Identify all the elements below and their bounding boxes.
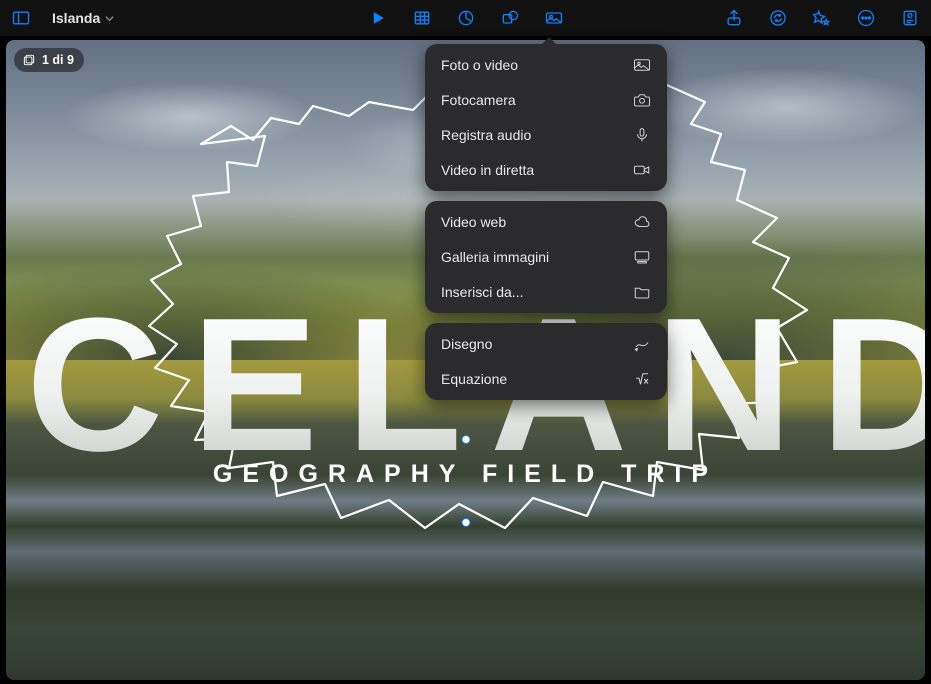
menu-item-label: Registra audio xyxy=(441,127,531,143)
menu-item-web-video[interactable]: Video web xyxy=(429,205,663,239)
menu-item-equation[interactable]: Equazione xyxy=(429,362,663,396)
slide-subtitle[interactable]: GEOGRAPHY FIELD TRIP xyxy=(213,460,718,489)
menu-item-label: Inserisci da... xyxy=(441,284,523,300)
share-icon[interactable] xyxy=(723,7,745,29)
top-toolbar: Islanda xyxy=(0,0,931,36)
more-icon[interactable] xyxy=(855,7,877,29)
draw-icon xyxy=(633,336,651,352)
slides-stack-icon xyxy=(22,53,36,67)
document-title[interactable]: Islanda xyxy=(52,10,115,26)
menu-item-record-audio[interactable]: Registra audio xyxy=(429,118,663,152)
gallery-icon xyxy=(633,249,651,265)
insert-media-group-3: Disegno Equazione xyxy=(425,323,667,400)
animate-icon[interactable] xyxy=(811,7,833,29)
menu-item-drawing[interactable]: Disegno xyxy=(429,327,663,361)
menu-item-live-video[interactable]: Video in diretta xyxy=(429,153,663,187)
format-icon[interactable] xyxy=(899,7,921,29)
photo-icon xyxy=(633,57,651,73)
selection-handle-top[interactable] xyxy=(461,435,470,444)
menu-item-label: Galleria immagini xyxy=(441,249,549,265)
media-icon[interactable] xyxy=(543,7,565,29)
insert-media-group-1: Foto o video Fotocamera Registra audio V… xyxy=(425,44,667,191)
sidebar-toggle-icon[interactable] xyxy=(10,7,32,29)
menu-item-label: Fotocamera xyxy=(441,92,516,108)
insert-media-group-2: Video web Galleria immagini Inserisci da… xyxy=(425,201,667,313)
folder-icon xyxy=(633,284,651,300)
menu-item-label: Video in diretta xyxy=(441,162,534,178)
chevron-down-icon xyxy=(104,13,115,24)
slide-counter-badge[interactable]: 1 di 9 xyxy=(14,48,84,72)
menu-item-label: Disegno xyxy=(441,336,492,352)
mic-icon xyxy=(633,127,651,143)
menu-item-camera[interactable]: Fotocamera xyxy=(429,83,663,117)
play-icon[interactable] xyxy=(367,7,389,29)
shape-icon[interactable] xyxy=(499,7,521,29)
menu-item-label: Foto o video xyxy=(441,57,518,73)
video-icon xyxy=(633,162,651,178)
menu-item-label: Equazione xyxy=(441,371,507,387)
slide-counter-text: 1 di 9 xyxy=(42,53,74,67)
camera-icon xyxy=(633,92,651,108)
sync-icon[interactable] xyxy=(767,7,789,29)
equation-icon xyxy=(633,371,651,387)
document-title-text: Islanda xyxy=(52,10,100,26)
selection-handle-bottom[interactable] xyxy=(461,518,470,527)
insert-media-popover: Foto o video Fotocamera Registra audio V… xyxy=(425,44,667,410)
cloud-icon xyxy=(633,214,651,230)
menu-item-image-gallery[interactable]: Galleria immagini xyxy=(429,240,663,274)
menu-item-photo-video[interactable]: Foto o video xyxy=(429,48,663,82)
menu-item-insert-from[interactable]: Inserisci da... xyxy=(429,275,663,309)
chart-icon[interactable] xyxy=(455,7,477,29)
table-icon[interactable] xyxy=(411,7,433,29)
menu-item-label: Video web xyxy=(441,214,506,230)
